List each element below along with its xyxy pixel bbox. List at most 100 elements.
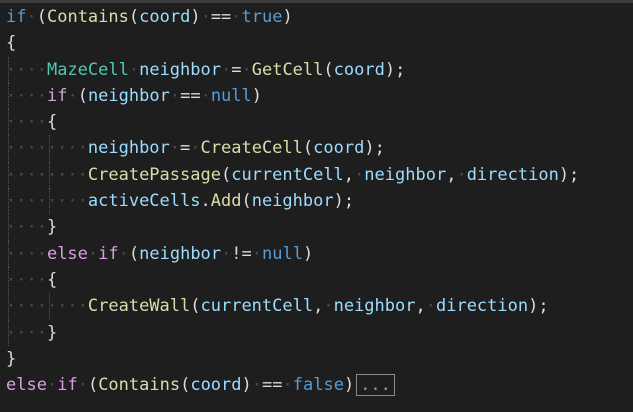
- code-token: (: [323, 59, 334, 80]
- whitespace-marker: ····: [6, 269, 47, 290]
- code-line[interactable]: ····if·(neighbor·==·null): [6, 82, 633, 110]
- code-token: neighbor: [139, 243, 222, 264]
- code-token: ): [241, 375, 252, 396]
- code-token: neighbor: [364, 164, 447, 185]
- code-line-content: if·(Contains(coord)·==·true): [6, 4, 293, 30]
- whitespace-marker: ····: [6, 322, 47, 343]
- code-token: CreateWall: [87, 296, 191, 317]
- code-line[interactable]: else·if·(Contains(coord)·==·false)...: [6, 372, 633, 398]
- code-token: (: [77, 85, 88, 106]
- code-line[interactable]: ····{: [6, 109, 633, 136]
- whitespace-marker: ·: [169, 85, 181, 106]
- code-token: {: [6, 33, 17, 54]
- code-token: (: [128, 243, 140, 264]
- code-token: }: [46, 322, 58, 343]
- whitespace-marker: ····: [6, 59, 47, 80]
- indent-guide: [8, 56, 9, 83]
- whitespace-marker: ········: [6, 191, 88, 212]
- whitespace-marker: ·: [26, 7, 37, 27]
- whitespace-marker: ·: [231, 7, 242, 27]
- code-token: ): [190, 7, 201, 27]
- code-line[interactable]: ····{: [6, 266, 633, 294]
- whitespace-marker: ·: [128, 59, 140, 80]
- code-token: CreatePassage: [87, 164, 221, 185]
- code-token: ==: [262, 375, 283, 396]
- code-line-content: else·if·(Contains(coord)·==·false)...: [6, 372, 395, 398]
- indent-guide: [8, 161, 9, 189]
- code-token: (: [190, 296, 201, 317]
- whitespace-marker: ·: [169, 138, 181, 159]
- code-line[interactable]: if·(Contains(coord)·==·true): [6, 4, 633, 30]
- code-line-content: ········neighbor·=·CreateCell(coord);: [6, 135, 385, 161]
- indent-guide: [48, 135, 50, 162]
- code-token: null: [262, 243, 303, 264]
- code-token: coord: [313, 138, 365, 159]
- indent-guide: [8, 319, 9, 346]
- code-token: false: [292, 375, 344, 396]
- indent-guide: [48, 293, 50, 320]
- whitespace-marker: ·: [118, 243, 129, 264]
- code-token: !=: [231, 243, 252, 264]
- whitespace-marker: ·: [282, 375, 293, 396]
- whitespace-marker: ·: [323, 296, 334, 317]
- whitespace-marker: ·: [77, 375, 88, 396]
- collapsed-region-button[interactable]: ...: [356, 374, 395, 397]
- code-token: Add: [210, 191, 242, 212]
- code-line[interactable]: ····}: [6, 214, 633, 241]
- code-line-content: }: [6, 346, 16, 372]
- code-token: if: [46, 85, 68, 106]
- code-token: neighbor: [87, 138, 170, 159]
- code-line[interactable]: ········CreateWall(currentCell,·neighbor…: [6, 293, 633, 320]
- code-token: ,: [415, 296, 426, 317]
- code-token: =: [231, 59, 242, 80]
- code-token: (: [180, 375, 191, 396]
- code-token: );: [558, 164, 580, 185]
- whitespace-marker: ·: [354, 164, 365, 185]
- code-token: GetCell: [251, 59, 324, 80]
- code-line-content: ····else·if·(neighbor·!=·null): [6, 241, 313, 267]
- code-token: if: [6, 7, 27, 27]
- code-token: (: [220, 164, 232, 185]
- whitespace-marker: ········: [6, 164, 88, 185]
- code-token: (: [241, 191, 252, 212]
- indent-guide: [8, 266, 9, 294]
- code-token: ,: [343, 164, 355, 185]
- code-line[interactable]: ····MazeCell·neighbor·=·GetCell(coord);: [6, 56, 633, 83]
- code-line-content: ····if·(neighbor·==·null): [6, 83, 262, 109]
- code-line[interactable]: }: [6, 346, 633, 372]
- indent-guide: [8, 109, 9, 136]
- code-token: else: [46, 243, 88, 264]
- code-line-content: ····}: [6, 214, 57, 240]
- code-token: true: [241, 7, 283, 27]
- whitespace-marker: ·: [425, 296, 436, 317]
- whitespace-marker: ·: [67, 85, 78, 106]
- code-token: ,: [446, 164, 457, 185]
- code-line-content: ····}: [6, 320, 57, 346]
- code-token: ): [282, 7, 293, 27]
- code-line[interactable]: ········neighbor·=·CreateCell(coord);: [6, 135, 633, 162]
- code-line[interactable]: {: [6, 30, 633, 56]
- code-token: ==: [180, 85, 201, 106]
- code-token: else: [6, 375, 47, 396]
- code-token: {: [46, 112, 58, 133]
- code-line[interactable]: ····else·if·(neighbor·!=·null): [6, 240, 633, 267]
- code-line[interactable]: ····}: [6, 319, 633, 346]
- whitespace-marker: ·: [87, 243, 99, 264]
- whitespace-marker: ····: [6, 112, 47, 133]
- code-line[interactable]: ········CreatePassage(currentCell,·neigh…: [6, 161, 633, 189]
- whitespace-marker: ····: [6, 217, 47, 238]
- code-line-content: {: [6, 30, 16, 56]
- code-token: Contains: [46, 7, 129, 27]
- code-token: coord: [333, 59, 385, 80]
- code-token: direction: [435, 296, 529, 317]
- code-token: null: [210, 85, 252, 106]
- indent-guide: [8, 135, 9, 162]
- code-line-content: ········CreateWall(currentCell,·neighbor…: [6, 293, 549, 319]
- code-token: );: [364, 138, 385, 159]
- whitespace-marker: ·: [220, 59, 232, 80]
- code-token: coord: [190, 375, 242, 396]
- code-token: );: [384, 59, 406, 80]
- code-token: {: [46, 269, 58, 290]
- code-line[interactable]: ········activeCells.Add(neighbor);: [6, 188, 633, 215]
- code-editor[interactable]: if·(Contains(coord)·==·true){····MazeCel…: [6, 4, 633, 398]
